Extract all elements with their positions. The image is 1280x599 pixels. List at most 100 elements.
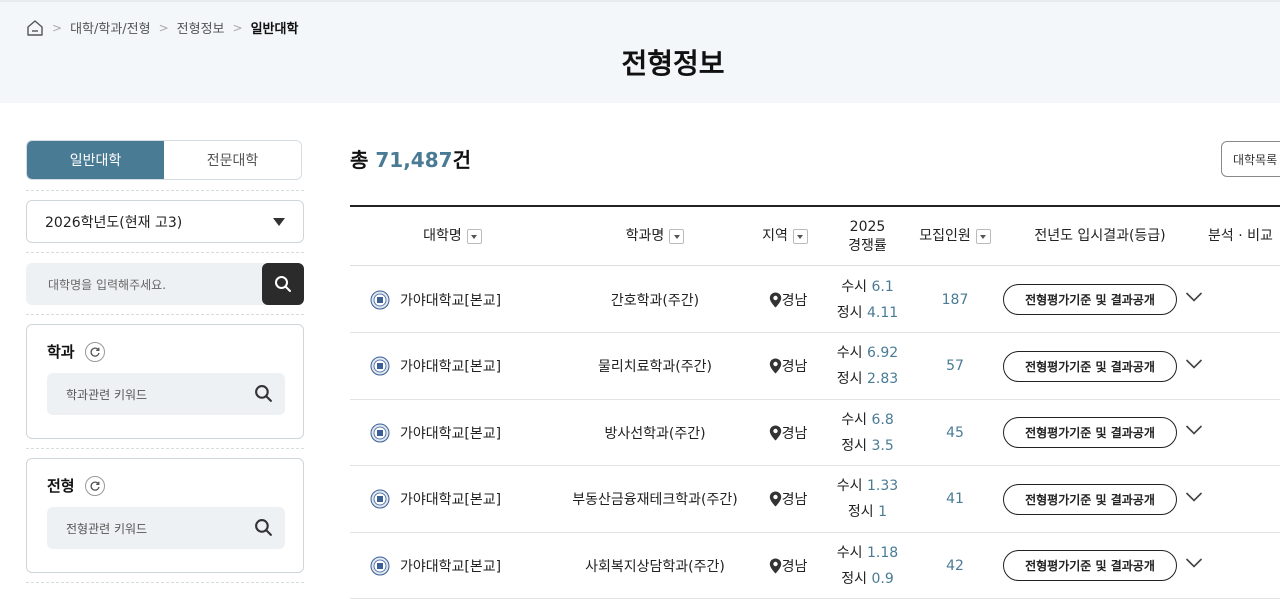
university-seal-icon <box>370 489 390 509</box>
department-cell[interactable]: 사회복지상담학과(주간) <box>555 533 755 598</box>
region-cell: 경남 <box>758 400 818 465</box>
university-cell[interactable]: 가야대학교[본교] <box>370 400 555 465</box>
university-name[interactable]: 가야대학교[본교] <box>400 556 501 576</box>
university-seal-icon <box>370 290 390 309</box>
breadcrumb-item-1[interactable]: 대학/학과/전형 <box>70 18 151 37</box>
breadcrumb-separator: > <box>52 20 63 35</box>
university-cell[interactable]: 가야대학교[본교] <box>370 267 555 332</box>
home-icon[interactable] <box>26 19 44 37</box>
search-icon <box>275 276 291 292</box>
chevron-down-icon[interactable] <box>1185 491 1203 503</box>
dropdown-arrow-icon <box>273 217 285 226</box>
department-name[interactable]: 방사선학과(주간) <box>604 423 705 443</box>
column-analysis: 분석 · 비교 <box>1208 228 1273 244</box>
sort-dropdown-icon[interactable] <box>792 229 808 244</box>
capacity-value: 41 <box>946 491 964 507</box>
column-department[interactable]: 학과명 <box>555 207 755 266</box>
result-count: 총 71,487건 <box>350 144 471 173</box>
region-name: 경남 <box>781 492 808 508</box>
department-keyword-input[interactable]: 학과관련 키워드 <box>47 373 285 415</box>
table-row: 가야대학교[본교] 사회복지상담학과(주간) 경남 수시 1.18 정시 0.9… <box>350 533 1280 599</box>
tab-junior-college[interactable]: 전문대학 <box>164 141 301 179</box>
divider <box>26 314 304 315</box>
capacity-value: 57 <box>946 358 964 374</box>
divider <box>26 448 304 449</box>
department-cell[interactable]: 간호학과(주간) <box>555 267 755 332</box>
competition-cell: 수시 1.18 정시 0.9 <box>820 533 915 598</box>
sort-dropdown-icon[interactable] <box>466 229 482 244</box>
department-cell[interactable]: 방사선학과(주간) <box>555 400 755 465</box>
university-cell[interactable]: 가야대학교[본교] <box>370 334 555 399</box>
search-icon[interactable] <box>254 518 273 537</box>
susi-rate: 수시 6.1 <box>841 278 894 295</box>
result-disclosure-button[interactable]: 전형평가기준 및 결과공개 <box>1003 284 1177 315</box>
university-name[interactable]: 가야대학교[본교] <box>400 356 501 376</box>
capacity-value: 42 <box>946 557 964 574</box>
map-pin-icon <box>769 558 781 573</box>
divider <box>26 190 304 191</box>
university-search-placeholder: 대학명을 입력해주세요. <box>48 278 167 292</box>
sort-dropdown-icon[interactable] <box>975 229 991 244</box>
year-select[interactable]: 2026학년도(현재 고3) <box>26 200 304 243</box>
department-filter: 학과 학과관련 키워드 <box>26 324 304 439</box>
university-search-input[interactable]: 대학명을 입력해주세요. <box>26 263 304 305</box>
refresh-icon[interactable] <box>84 341 105 362</box>
column-university-label: 대학명 <box>423 228 462 244</box>
chevron-down-icon[interactable] <box>1185 557 1203 569</box>
department-cell[interactable]: 부동산금융재테크학과(주간) <box>555 467 755 532</box>
region-name: 경남 <box>781 425 808 442</box>
sort-dropdown-icon[interactable] <box>669 229 685 244</box>
university-cell[interactable]: 가야대학교[본교] <box>370 467 555 532</box>
breadcrumb: > 대학/학과/전형 > 전형정보 > 일반대학 <box>26 18 298 37</box>
column-region[interactable]: 지역 <box>755 207 815 266</box>
university-name[interactable]: 가야대학교[본교] <box>400 290 501 310</box>
region-name: 경남 <box>781 558 808 575</box>
competition-cell: 수시 1.33 정시 1 <box>820 467 915 532</box>
competition-cell: 수시 6.1 정시 4.11 <box>820 267 915 332</box>
chevron-down-icon[interactable] <box>1185 291 1203 303</box>
capacity-cell: 57 <box>910 334 1000 399</box>
result-disclosure-button[interactable]: 전형평가기준 및 결과공개 <box>1003 483 1177 515</box>
susi-rate: 수시 6.92 <box>836 345 899 361</box>
competition-cell: 수시 6.92 정시 2.83 <box>820 334 915 399</box>
university-seal-icon <box>370 423 390 442</box>
result-disclosure-button[interactable]: 전형평가기준 및 결과공개 <box>1003 417 1177 448</box>
jeongsi-rate: 정시 4.11 <box>836 304 899 321</box>
susi-rate: 수시 6.8 <box>841 411 894 428</box>
university-name[interactable]: 가야대학교[본교] <box>400 423 501 443</box>
column-university[interactable]: 대학명 <box>350 207 555 266</box>
breadcrumb-item-2[interactable]: 전형정보 <box>177 18 225 37</box>
column-competition-year: 2025 <box>849 218 886 235</box>
university-list-button[interactable]: 대학목록 <box>1221 141 1280 177</box>
refresh-icon[interactable] <box>84 475 105 496</box>
map-pin-icon <box>769 292 781 307</box>
department-cell[interactable]: 물리치료학과(주간) <box>555 334 755 399</box>
chevron-down-icon[interactable] <box>1185 358 1203 370</box>
department-name[interactable]: 사회복지상담학과(주간) <box>585 556 725 576</box>
department-name[interactable]: 물리치료학과(주간) <box>598 356 712 376</box>
university-cell[interactable]: 가야대학교[본교] <box>370 533 555 598</box>
jeongsi-rate: 정시 1 <box>847 504 888 520</box>
university-search-button[interactable] <box>262 263 304 305</box>
department-name[interactable]: 부동산금융재테크학과(주간) <box>572 489 737 509</box>
table-row: 가야대학교[본교] 부동산금융재테크학과(주간) 경남 수시 1.33 정시 1… <box>350 467 1280 533</box>
university-name[interactable]: 가야대학교[본교] <box>400 489 501 509</box>
result-disclosure-button[interactable]: 전형평가기준 및 결과공개 <box>1003 350 1177 382</box>
region-cell: 경남 <box>758 467 818 532</box>
university-seal-icon <box>370 556 390 575</box>
admission-keyword-input[interactable]: 전형관련 키워드 <box>47 507 285 549</box>
tab-general-university[interactable]: 일반대학 <box>27 141 164 179</box>
column-capacity-label: 모집인원 <box>919 228 971 244</box>
department-name[interactable]: 간호학과(주간) <box>611 290 699 310</box>
table-header: 대학명 학과명 지역 2025 경쟁률 모집인원 전년도 입시결과(등급) 분석 … <box>350 205 1280 266</box>
column-capacity[interactable]: 모집인원 <box>910 207 1000 266</box>
susi-rate: 수시 1.33 <box>836 478 899 494</box>
region-cell: 경남 <box>758 334 818 399</box>
table-row: 가야대학교[본교] 간호학과(주간) 경남 수시 6.1 정시 4.11 187… <box>350 267 1280 333</box>
search-icon[interactable] <box>254 384 273 403</box>
jeongsi-rate: 정시 0.9 <box>841 570 894 587</box>
result-disclosure-button[interactable]: 전형평가기준 및 결과공개 <box>1003 550 1177 581</box>
jeongsi-rate: 정시 2.83 <box>836 371 899 387</box>
capacity-cell: 45 <box>910 400 1000 465</box>
chevron-down-icon[interactable] <box>1185 424 1203 436</box>
